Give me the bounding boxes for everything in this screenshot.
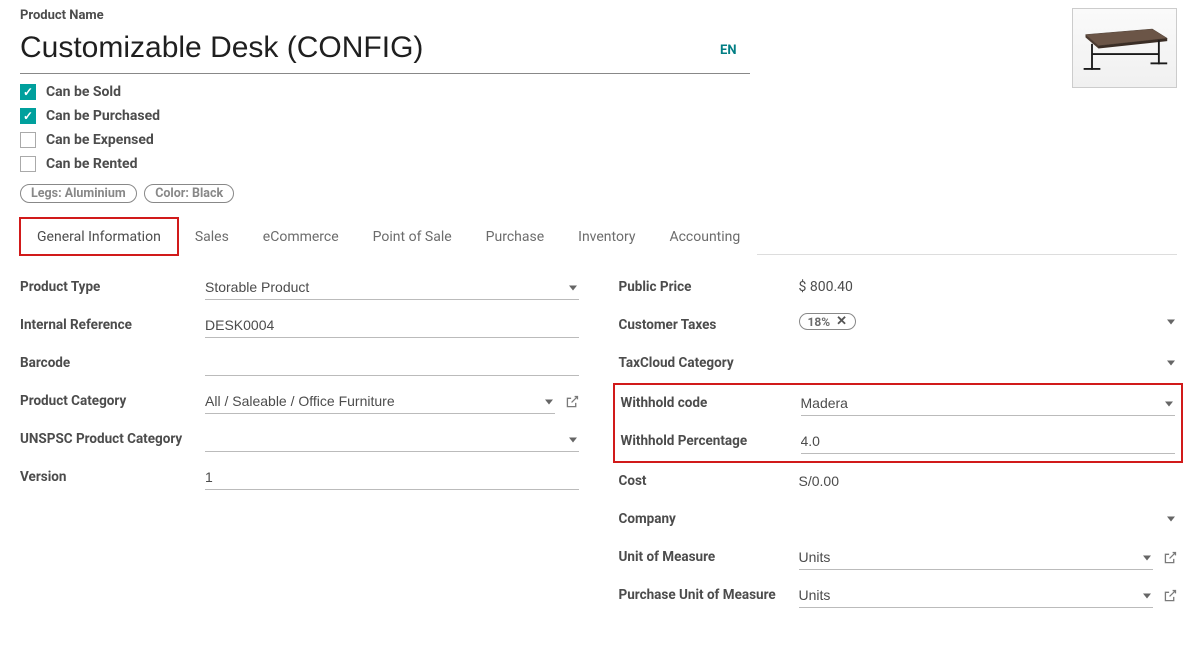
remove-tax-icon[interactable]: ✕ — [836, 314, 847, 329]
uom-label: Unit of Measure — [619, 545, 799, 565]
withhold-highlight-box: Withhold code Withhold Percentage — [613, 383, 1184, 463]
customer-taxes-tag[interactable]: 18% ✕ — [799, 313, 857, 330]
uom-select[interactable] — [799, 545, 1154, 570]
can-be-sold-checkbox[interactable] — [20, 84, 36, 100]
external-link-icon[interactable] — [1163, 589, 1177, 603]
product-name-label: Product Name — [20, 8, 1052, 23]
barcode-input[interactable] — [205, 351, 579, 376]
product-image[interactable] — [1072, 8, 1177, 88]
unspsc-select[interactable] — [205, 427, 579, 452]
attr-tag-color: Color: Black — [144, 184, 234, 203]
can-be-purchased-label: Can be Purchased — [46, 108, 160, 124]
caret-down-icon — [1167, 319, 1175, 324]
taxcloud-category-select[interactable] — [799, 351, 1178, 375]
can-be-expensed-label: Can be Expensed — [46, 132, 154, 148]
can-be-rented-label: Can be Rented — [46, 156, 137, 172]
external-link-icon[interactable] — [1163, 551, 1177, 565]
can-be-purchased-checkbox[interactable] — [20, 108, 36, 124]
can-be-rented-checkbox[interactable] — [20, 156, 36, 172]
language-badge[interactable]: EN — [720, 43, 737, 58]
withhold-code-select[interactable] — [801, 391, 1176, 416]
cost-label: Cost — [619, 469, 799, 489]
version-input[interactable] — [205, 465, 579, 490]
public-price-label: Public Price — [619, 275, 799, 295]
purchase-uom-select[interactable] — [799, 583, 1154, 608]
can-be-sold-label: Can be Sold — [46, 84, 121, 100]
product-category-select[interactable] — [205, 389, 555, 414]
withhold-code-label: Withhold code — [621, 391, 801, 411]
customer-taxes-label: Customer Taxes — [619, 313, 799, 333]
tab-sales[interactable]: Sales — [178, 218, 246, 255]
can-be-expensed-checkbox[interactable] — [20, 132, 36, 148]
unspsc-label: UNSPSC Product Category — [20, 427, 205, 447]
public-price-value: $ 800.40 — [799, 275, 853, 295]
internal-reference-input[interactable] — [205, 313, 579, 338]
product-category-label: Product Category — [20, 389, 205, 409]
attr-tag-legs: Legs: Aluminium — [20, 184, 137, 203]
tab-purchase[interactable]: Purchase — [469, 218, 561, 255]
tab-ecommerce[interactable]: eCommerce — [246, 218, 356, 255]
tab-bar: General Information Sales eCommerce Poin… — [20, 217, 1177, 255]
product-name-input[interactable] — [20, 27, 750, 74]
purchase-uom-label: Purchase Unit of Measure — [619, 583, 799, 603]
version-label: Version — [20, 465, 205, 485]
tab-accounting[interactable]: Accounting — [652, 218, 757, 255]
company-select[interactable] — [799, 507, 1178, 531]
product-type-select[interactable] — [205, 275, 579, 300]
barcode-label: Barcode — [20, 351, 205, 371]
withhold-percentage-label: Withhold Percentage — [621, 429, 801, 449]
attribute-tags: Legs: Aluminium Color: Black — [20, 184, 1052, 203]
cost-input[interactable] — [799, 469, 1178, 493]
tab-inventory[interactable]: Inventory — [561, 218, 652, 255]
tab-point-of-sale[interactable]: Point of Sale — [356, 218, 469, 255]
internal-reference-label: Internal Reference — [20, 313, 205, 333]
external-link-icon[interactable] — [565, 395, 579, 409]
taxcloud-category-label: TaxCloud Category — [619, 351, 799, 371]
withhold-percentage-input[interactable] — [801, 429, 1176, 454]
product-type-label: Product Type — [20, 275, 205, 295]
company-label: Company — [619, 507, 799, 527]
tab-general-information[interactable]: General Information — [20, 218, 178, 255]
tax-tag-text: 18% — [808, 315, 831, 329]
